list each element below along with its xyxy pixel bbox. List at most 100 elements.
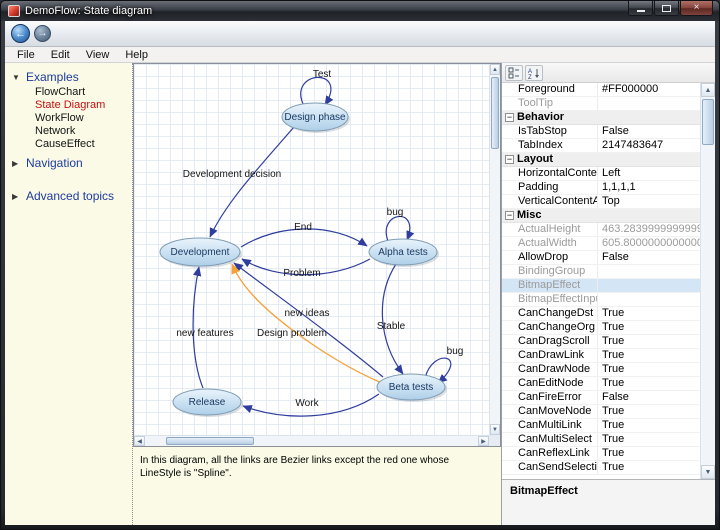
forward-button[interactable]: → [34, 25, 51, 42]
property-value[interactable]: True [598, 321, 700, 334]
horizontal-scrollbar-thumb[interactable] [166, 437, 254, 445]
sidebar-section-examples[interactable]: ▼ Examples [5, 69, 132, 85]
close-button[interactable]: × [680, 1, 713, 16]
menu-help[interactable]: Help [117, 48, 156, 62]
property-row-canfireerror[interactable]: CanFireError False [502, 391, 700, 405]
menu-file[interactable]: File [9, 48, 43, 62]
property-value[interactable]: True [598, 419, 700, 432]
property-value[interactable]: 605.80000000000007 [598, 237, 700, 250]
sidebar-section-advanced-topics[interactable]: ▶ Advanced topics [5, 188, 132, 204]
menu-edit[interactable]: Edit [43, 48, 78, 62]
property-row-bitmapeffect[interactable]: BitmapEffect [502, 279, 700, 293]
minimize-button[interactable] [628, 1, 653, 16]
property-row-verticalcontentalig[interactable]: VerticalContentAligTop [502, 195, 700, 209]
property-value[interactable]: True [598, 349, 700, 362]
property-row-istabstop[interactable]: IsTabStop False [502, 125, 700, 139]
state-diagram-svg[interactable]: Design phase Development Alpha tests Bet… [134, 64, 490, 435]
property-value[interactable]: True [598, 447, 700, 460]
property-value[interactable]: False [598, 391, 700, 404]
property-row-canreflexlink[interactable]: CanReflexLink True [502, 447, 700, 461]
property-row-canmultilink[interactable]: CanMultiLink True [502, 419, 700, 433]
property-row-actualwidth[interactable]: ActualWidth 605.80000000000007 [502, 237, 700, 251]
diagram-canvas[interactable]: Design phase Development Alpha tests Bet… [133, 63, 501, 447]
titlebar[interactable]: DemoFlow: State diagram × [1, 1, 719, 21]
property-row-allowdrop[interactable]: AllowDrop False [502, 251, 700, 265]
scroll-up-button[interactable]: ▲ [490, 64, 500, 75]
maximize-button[interactable] [654, 1, 679, 16]
property-value[interactable]: True [598, 335, 700, 348]
link-test[interactable] [300, 76, 334, 107]
property-value[interactable]: False [598, 251, 700, 264]
property-row-canmultiselect[interactable]: CanMultiSelect True [502, 433, 700, 447]
canvas-horizontal-scrollbar[interactable]: ◀ ▶ [134, 435, 489, 446]
property-row-tooltip[interactable]: ToolTip [502, 97, 700, 111]
property-row-canchangedst[interactable]: CanChangeDst True [502, 307, 700, 321]
sidebar-item-flowchart[interactable]: FlowChart [35, 86, 132, 99]
property-value[interactable] [598, 265, 700, 278]
link-design-problem[interactable] [231, 263, 388, 386]
scrollbar-thumb[interactable] [702, 99, 714, 145]
sidebar-item-workflow[interactable]: WorkFlow [35, 112, 132, 125]
collapse-icon[interactable]: − [505, 155, 514, 164]
canvas-vertical-scrollbar[interactable]: ▲ ▼ [489, 64, 500, 435]
link-bug-alpha[interactable] [385, 215, 415, 242]
scroll-up-button[interactable]: ▲ [701, 83, 715, 97]
property-category-misc[interactable]: − Misc [502, 209, 700, 223]
scroll-left-button[interactable]: ◀ [134, 436, 145, 446]
back-button[interactable]: ← [11, 24, 30, 43]
link-stable[interactable] [381, 263, 404, 375]
property-row-caneditnode[interactable]: CanEditNode True [502, 377, 700, 391]
property-row-foreground[interactable]: Foreground #FF000000 [502, 83, 700, 97]
property-row-canmovenode[interactable]: CanMoveNode True [502, 405, 700, 419]
property-row-candrawnode[interactable]: CanDrawNode True [502, 363, 700, 377]
scroll-right-button[interactable]: ▶ [478, 436, 489, 446]
app-icon[interactable] [8, 5, 20, 17]
property-value[interactable]: 2147483647 [598, 139, 700, 152]
property-category-behavior[interactable]: − Behavior [502, 111, 700, 125]
property-value[interactable]: True [598, 433, 700, 446]
chevron-down-icon[interactable]: ▼ [12, 73, 21, 82]
sidebar-item-state-diagram[interactable]: State Diagram [35, 99, 132, 112]
property-row-canchangeorg[interactable]: CanChangeOrg True [502, 321, 700, 335]
vertical-scrollbar-thumb[interactable] [491, 77, 499, 149]
property-value[interactable]: True [598, 377, 700, 390]
property-value[interactable]: True [598, 405, 700, 418]
property-value[interactable]: True [598, 307, 700, 320]
property-row-horizontalcontental[interactable]: HorizontalContentAlLeft [502, 167, 700, 181]
property-grid-scrollbar[interactable]: ▲ ▼ [700, 83, 715, 479]
categorized-view-button[interactable] [505, 64, 523, 81]
property-row-actualheight[interactable]: ActualHeight 463.28399999999993 [502, 223, 700, 237]
scroll-down-button[interactable]: ▼ [701, 465, 715, 479]
property-row-cansendselectionc[interactable]: CanSendSelectionCTrue [502, 461, 700, 475]
sidebar-section-navigation[interactable]: ▶ Navigation [5, 155, 132, 171]
chevron-right-icon[interactable]: ▶ [12, 159, 21, 168]
collapse-icon[interactable]: − [505, 113, 514, 122]
property-value[interactable]: False [598, 125, 700, 138]
scroll-down-button[interactable]: ▼ [490, 424, 500, 435]
property-value[interactable]: True [598, 461, 700, 474]
property-value[interactable]: #FF000000 [598, 83, 700, 96]
property-row-candrawlink[interactable]: CanDrawLink True [502, 349, 700, 363]
sort-alphabetical-button[interactable]: A Z [525, 64, 543, 81]
link-new-ideas[interactable] [233, 262, 384, 378]
menu-view[interactable]: View [78, 48, 118, 62]
property-row-padding[interactable]: Padding 1,1,1,1 [502, 181, 700, 195]
property-value[interactable]: True [598, 363, 700, 376]
property-value[interactable]: Top [598, 195, 700, 208]
property-value[interactable]: 1,1,1,1 [598, 181, 700, 194]
chevron-right-icon[interactable]: ▶ [12, 192, 21, 201]
property-value[interactable] [598, 293, 700, 306]
property-row-candragscroll[interactable]: CanDragScroll True [502, 335, 700, 349]
property-value[interactable] [598, 97, 700, 110]
sidebar-item-causeeffect[interactable]: CauseEffect [35, 138, 132, 151]
property-category-layout[interactable]: − Layout [502, 153, 700, 167]
property-row-bindinggroup[interactable]: BindingGroup [502, 265, 700, 279]
sidebar-item-network[interactable]: Network [35, 125, 132, 138]
property-row-tabindex[interactable]: TabIndex 2147483647 [502, 139, 700, 153]
property-row-bitmapeffectinput[interactable]: BitmapEffectInput [502, 293, 700, 307]
property-value[interactable]: 463.28399999999993 [598, 223, 700, 236]
property-value[interactable]: Left [598, 167, 700, 180]
property-value[interactable] [598, 279, 700, 292]
collapse-icon[interactable]: − [505, 211, 514, 220]
link-development-decision[interactable] [209, 126, 295, 238]
